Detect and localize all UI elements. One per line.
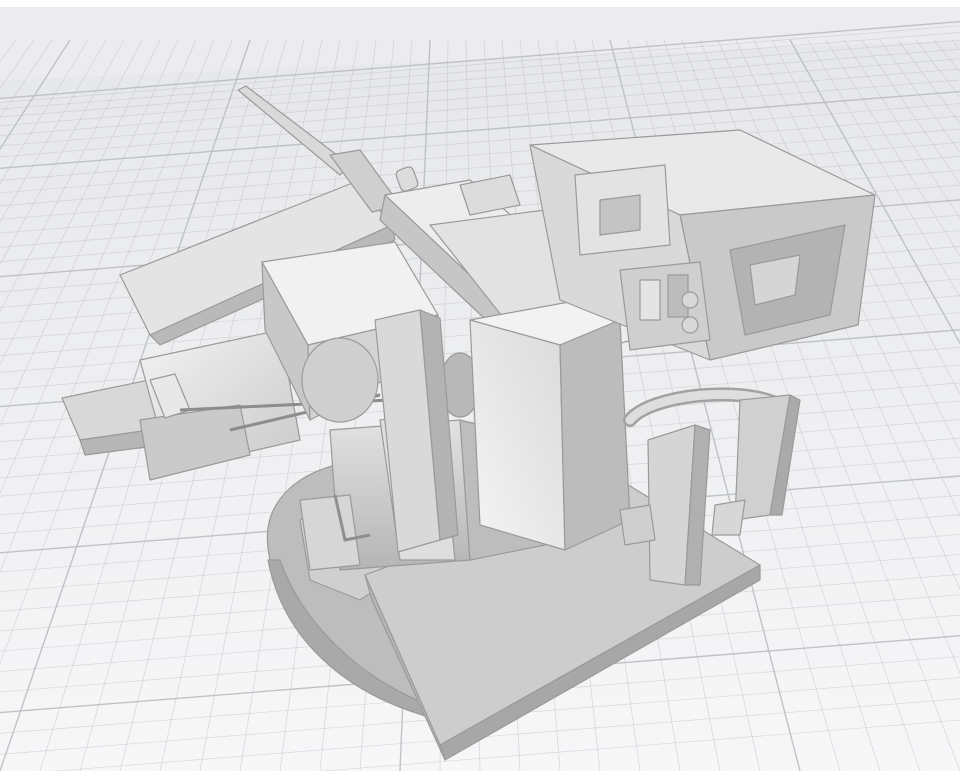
center-block xyxy=(469,299,631,551)
3d-viewport[interactable] xyxy=(0,0,960,771)
feed-mechanism xyxy=(619,261,711,351)
scene-canvas xyxy=(0,20,960,771)
trunnion-disc xyxy=(301,337,379,423)
